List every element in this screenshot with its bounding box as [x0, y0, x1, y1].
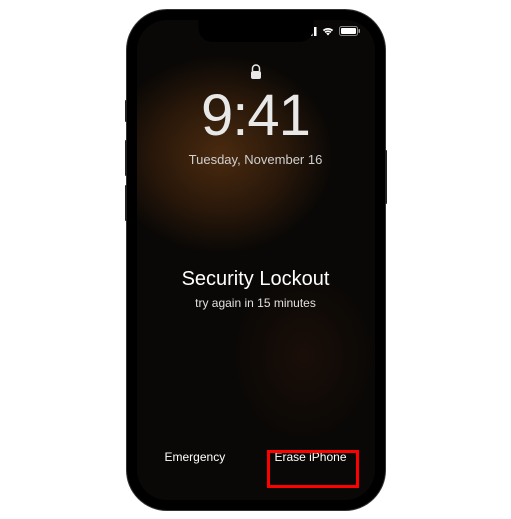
iphone-device-frame: 9:41 Tuesday, November 16 Security Locko… — [127, 10, 385, 510]
mute-switch — [125, 100, 127, 122]
volume-up-button — [125, 140, 127, 176]
bottom-button-row: Emergency Erase iPhone — [137, 442, 375, 472]
volume-down-button — [125, 185, 127, 221]
security-lockout-subtitle: try again in 15 minutes — [137, 296, 375, 310]
erase-iphone-button[interactable]: Erase iPhone — [268, 442, 352, 472]
lock-screen: 9:41 Tuesday, November 16 Security Locko… — [137, 20, 375, 500]
clock-time: 9:41 — [137, 82, 375, 149]
emergency-button[interactable]: Emergency — [159, 442, 232, 472]
wifi-icon — [321, 26, 335, 36]
clock-date: Tuesday, November 16 — [137, 152, 375, 167]
side-button — [385, 150, 387, 204]
security-lockout-title: Security Lockout — [137, 268, 375, 291]
battery-icon — [339, 26, 361, 36]
notch — [198, 20, 313, 42]
